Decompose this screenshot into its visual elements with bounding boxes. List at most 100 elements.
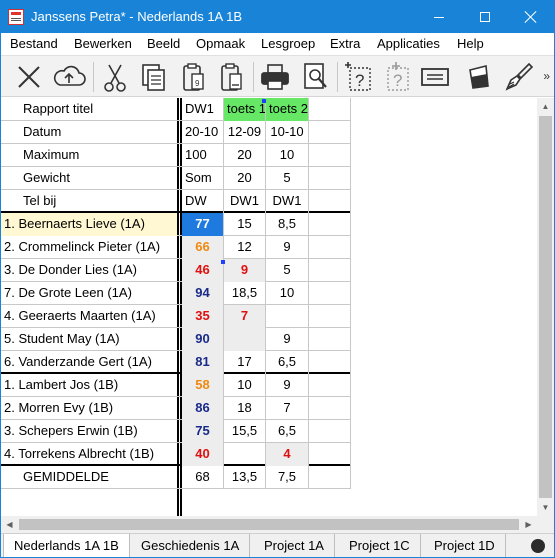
score-cell[interactable]: 7: [266, 397, 309, 420]
print-preview-icon[interactable]: [297, 59, 333, 95]
score-cell[interactable]: 8,5: [266, 213, 309, 236]
header-cell[interactable]: [309, 167, 351, 190]
tab-nederlands-1a-1b[interactable]: Nederlands 1A 1B: [3, 534, 130, 557]
score-cell[interactable]: 58: [182, 374, 224, 397]
scroll-up-icon[interactable]: ▲: [537, 98, 554, 115]
score-cell[interactable]: 9: [224, 259, 266, 282]
header-cell[interactable]: 20: [224, 167, 266, 190]
minimize-button[interactable]: [416, 1, 462, 33]
vertical-scroll-thumb[interactable]: [539, 116, 552, 498]
menu-extra[interactable]: Extra: [330, 36, 360, 51]
menu-bestand[interactable]: Bestand: [10, 36, 58, 51]
menu-bewerken[interactable]: Bewerken: [74, 36, 132, 51]
header-cell[interactable]: DW: [182, 190, 224, 213]
brush-icon[interactable]: [501, 59, 537, 95]
score-cell[interactable]: [309, 328, 351, 351]
score-cell[interactable]: 86: [182, 397, 224, 420]
score-cell[interactable]: [309, 420, 351, 443]
paste-icon[interactable]: 9: [175, 59, 211, 95]
header-cell[interactable]: 10-10: [266, 121, 309, 144]
header-cell[interactable]: [309, 190, 351, 213]
menu-lesgroep[interactable]: Lesgroep: [261, 36, 315, 51]
tab-project-1c[interactable]: Project 1C: [339, 534, 421, 557]
insert-question-icon[interactable]: ?: [341, 59, 377, 95]
score-cell[interactable]: [309, 305, 351, 328]
tab-project-1a[interactable]: Project 1A: [254, 534, 335, 557]
student-name[interactable]: 2. Morren Evy (1B): [1, 397, 177, 420]
score-cell[interactable]: 9: [266, 236, 309, 259]
student-name[interactable]: 1. Lambert Jos (1B): [1, 374, 177, 397]
header-cell[interactable]: toets 2: [266, 98, 309, 121]
score-cell[interactable]: [309, 374, 351, 397]
score-cell[interactable]: [266, 305, 309, 328]
scroll-left-icon[interactable]: ◀: [1, 516, 18, 533]
title-bar[interactable]: Janssens Petra* - Nederlands 1A 1B: [1, 1, 554, 33]
score-cell[interactable]: 90: [182, 328, 224, 351]
score-cell[interactable]: [309, 213, 351, 236]
score-cell[interactable]: 9: [266, 374, 309, 397]
score-cell[interactable]: 17: [224, 351, 266, 374]
paste-special-icon[interactable]: [213, 59, 249, 95]
scissors-icon[interactable]: [97, 59, 133, 95]
header-cell[interactable]: DW1: [266, 190, 309, 213]
menu-help[interactable]: Help: [457, 36, 484, 51]
maximize-button[interactable]: [462, 1, 508, 33]
score-cell[interactable]: 10: [266, 282, 309, 305]
header-cell[interactable]: 10: [266, 144, 309, 167]
vertical-scrollbar[interactable]: ▲ ▼: [537, 98, 554, 516]
scroll-right-icon[interactable]: ▶: [520, 516, 537, 533]
score-cell[interactable]: [309, 236, 351, 259]
score-cell[interactable]: [309, 397, 351, 420]
score-cell[interactable]: 5: [266, 259, 309, 282]
tab-project-1d[interactable]: Project 1D: [424, 534, 506, 557]
header-cell[interactable]: 20-10: [182, 121, 224, 144]
header-cell[interactable]: DW1: [224, 190, 266, 213]
student-name[interactable]: 7. De Grote Leen (1A): [1, 282, 177, 305]
header-cell[interactable]: DW1: [182, 98, 224, 121]
score-cell[interactable]: 18: [224, 397, 266, 420]
header-cell[interactable]: 100: [182, 144, 224, 167]
printer-icon[interactable]: [257, 59, 293, 95]
student-name[interactable]: 1. Beernaerts Lieve (1A): [1, 213, 177, 236]
student-name[interactable]: 2. Crommelinck Pieter (1A): [1, 236, 177, 259]
score-cell[interactable]: [309, 443, 351, 466]
score-cell[interactable]: 15,5: [224, 420, 266, 443]
score-cell[interactable]: 77: [182, 213, 224, 236]
header-cell[interactable]: toets 1: [224, 98, 266, 121]
status-indicator-icon[interactable]: [531, 539, 545, 553]
student-name[interactable]: 4. Torrekens Albrecht (1B): [1, 443, 177, 466]
score-cell[interactable]: [309, 282, 351, 305]
score-cell[interactable]: 7: [224, 305, 266, 328]
score-cell[interactable]: 35: [182, 305, 224, 328]
header-cell[interactable]: Som: [182, 167, 224, 190]
toolbar-overflow-button[interactable]: »: [543, 69, 550, 83]
score-cell[interactable]: 94: [182, 282, 224, 305]
textbox-icon[interactable]: [417, 59, 453, 95]
close-button[interactable]: [508, 1, 554, 33]
tab-geschiedenis-1a[interactable]: Geschiedenis 1A: [131, 534, 251, 557]
header-cell[interactable]: [309, 144, 351, 167]
fill-bucket-icon[interactable]: [461, 59, 497, 95]
score-cell[interactable]: 10: [224, 374, 266, 397]
score-cell[interactable]: 18,5: [224, 282, 266, 305]
score-cell[interactable]: 75: [182, 420, 224, 443]
scroll-down-icon[interactable]: ▼: [537, 499, 554, 516]
menu-applicaties[interactable]: Applicaties: [377, 36, 440, 51]
score-cell[interactable]: 6,5: [266, 351, 309, 374]
student-name[interactable]: 3. De Donder Lies (1A): [1, 259, 177, 282]
student-name[interactable]: 5. Student May (1A): [1, 328, 177, 351]
cloud-upload-icon[interactable]: [51, 59, 87, 95]
header-cell[interactable]: 5: [266, 167, 309, 190]
menu-opmaak[interactable]: Opmaak: [196, 36, 245, 51]
score-cell[interactable]: [224, 443, 266, 466]
score-cell[interactable]: [309, 351, 351, 374]
header-cell[interactable]: [309, 121, 351, 144]
insert-question-disabled-icon[interactable]: ?: [379, 59, 415, 95]
student-name[interactable]: 4. Geeraerts Maarten (1A): [1, 305, 177, 328]
header-cell[interactable]: 20: [224, 144, 266, 167]
score-cell[interactable]: 9: [266, 328, 309, 351]
student-name[interactable]: 6. Vanderzande Gert (1A): [1, 351, 177, 374]
close-x-icon[interactable]: [11, 59, 47, 95]
copy-icon[interactable]: [135, 59, 171, 95]
score-cell[interactable]: 4: [266, 443, 309, 466]
